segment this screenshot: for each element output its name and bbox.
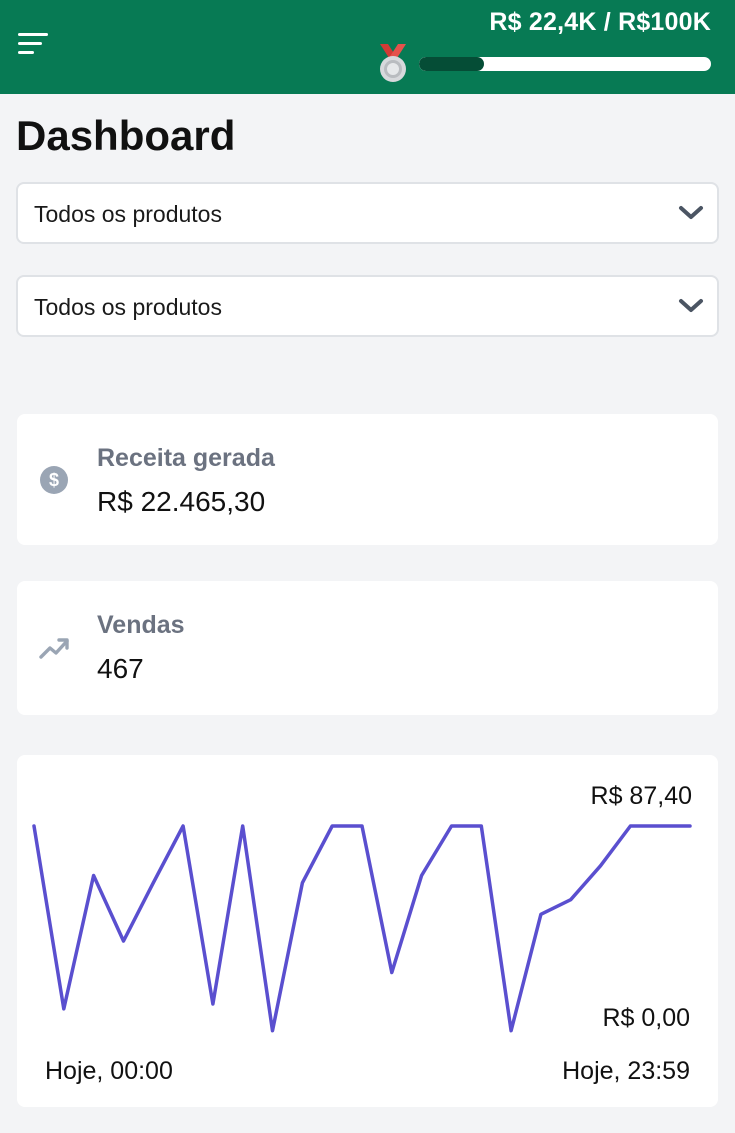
dollar-circle-icon: $: [40, 466, 68, 494]
sales-card: Vendas 467: [17, 581, 718, 715]
trending-up-icon: [39, 638, 69, 659]
chart-y-max-label: R$ 87,40: [591, 782, 692, 810]
revenue-card: $ Receita gerada R$ 22.465,30: [17, 414, 718, 545]
chart-series-line: [32, 824, 692, 1033]
revenue-goal-progress-fill: [419, 57, 485, 71]
revenue-goal-text: R$ 22,4K / R$100K: [489, 8, 711, 36]
product-filter-value: Todos os produtos: [34, 201, 222, 227]
svg-text:$: $: [49, 470, 59, 490]
chart-x-end-label: Hoje, 23:59: [562, 1057, 690, 1085]
medal-icon: [380, 44, 406, 82]
revenue-goal-progress: [419, 57, 711, 71]
sales-label: Vendas: [97, 611, 185, 639]
sales-line-chart: R$ 87,40 R$ 0,00 Hoje, 00:00 Hoje, 23:59: [32, 782, 692, 1085]
page-title: Dashboard: [16, 112, 236, 159]
product-filter-value: Todos os produtos: [34, 294, 222, 320]
chevron-down-icon: [679, 206, 703, 219]
sales-value: 467: [97, 653, 144, 684]
chart-x-start-label: Hoje, 00:00: [45, 1057, 173, 1085]
revenue-value: R$ 22.465,30: [97, 486, 266, 517]
top-bar: R$ 22,4K / R$100K: [0, 0, 735, 94]
menu-icon[interactable]: [18, 30, 50, 58]
product-filter-select-1[interactable]: Todos os produtos: [16, 182, 719, 244]
revenue-label: Receita gerada: [97, 444, 275, 472]
chevron-down-icon: [679, 299, 703, 312]
chart-y-min-label: R$ 0,00: [602, 1004, 690, 1032]
sales-chart-card: R$ 87,40 R$ 0,00 Hoje, 00:00 Hoje, 23:59: [17, 755, 718, 1107]
product-filter-select-2[interactable]: Todos os produtos: [16, 275, 719, 337]
